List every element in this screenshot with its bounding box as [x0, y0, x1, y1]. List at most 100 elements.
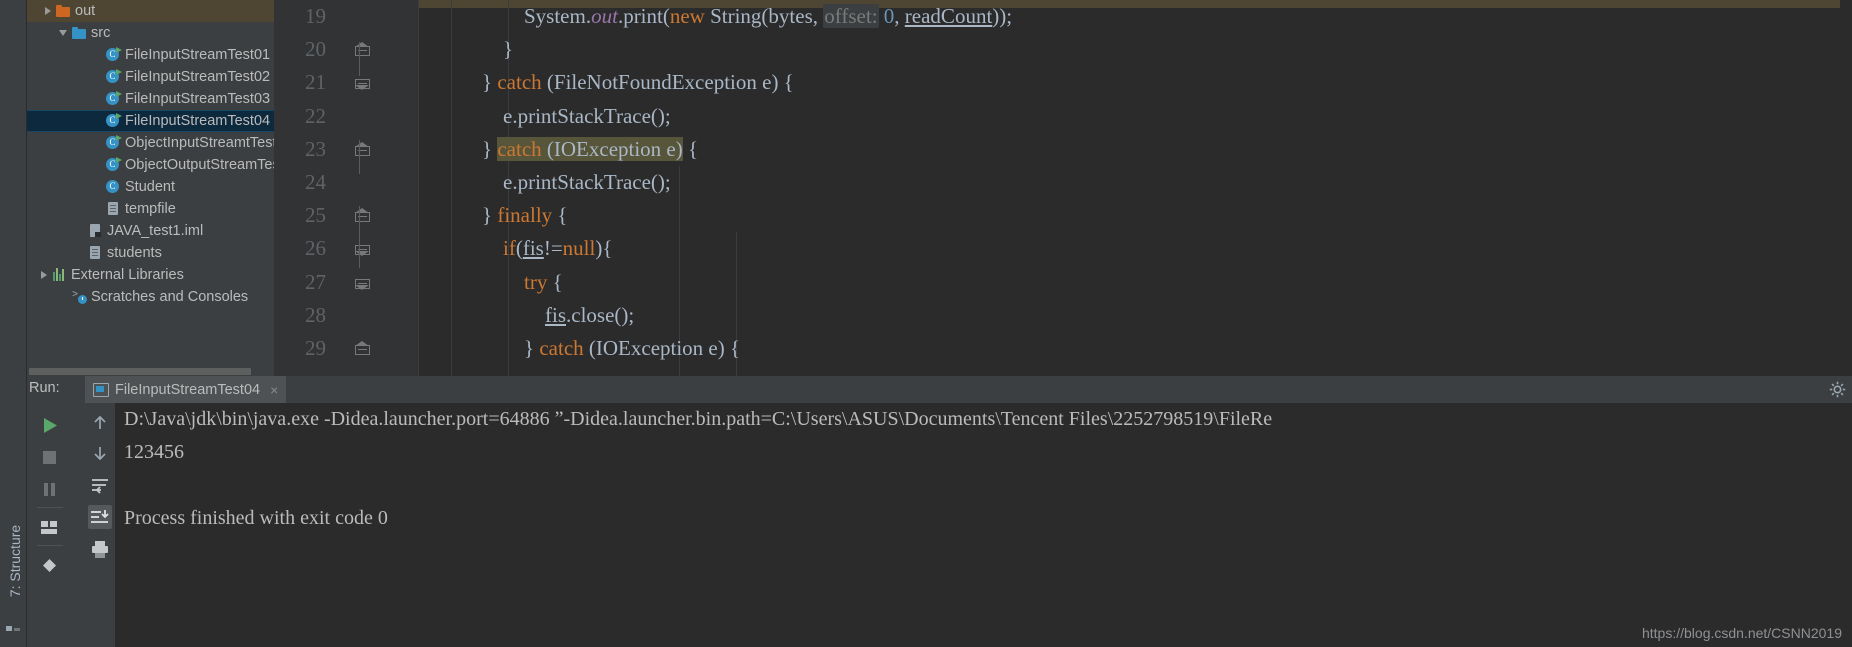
tree-item-label: Scratches and Consoles — [91, 289, 249, 305]
code-token: )); — [992, 4, 1013, 28]
run-toolbar-primary — [27, 403, 85, 647]
fold-connector — [359, 42, 360, 76]
code-lines[interactable]: System.out.print(new String(bytes, offse… — [419, 0, 1852, 365]
code-token: (FileNotFoundException e) { — [541, 70, 794, 95]
tree-item-fileinputstreamtest03[interactable]: C FileInputStreamTest03 — [27, 88, 274, 110]
code-token: fis — [522, 236, 544, 261]
tree-item-objectoutputstreamtest01[interactable]: CObjectOutputStreamTest01 — [27, 154, 274, 176]
code-token: out — [591, 4, 618, 28]
line-number: 28 — [305, 302, 326, 327]
structure-icon[interactable] — [5, 618, 22, 633]
fold-marker[interactable] — [352, 199, 372, 232]
file-icon — [87, 245, 104, 261]
code-line[interactable]: e.printStackTrace(); — [419, 100, 1852, 133]
fold-marker[interactable] — [352, 133, 372, 166]
file-icon — [105, 201, 122, 217]
gear-icon[interactable] — [1829, 381, 1846, 398]
chevron-right-icon[interactable] — [41, 4, 55, 18]
code-line[interactable]: fis.close(); — [419, 299, 1852, 332]
pause-button[interactable] — [37, 477, 62, 502]
code-line[interactable]: System.out.print(new String(bytes, offse… — [419, 0, 1852, 33]
structure-tool-tab-label: 7: Structure — [7, 524, 23, 598]
console-output[interactable]: D:\Java\jdk\bin\java.exe -Didea.launcher… — [115, 403, 1852, 647]
tree-item-external-libraries[interactable]: External Libraries — [27, 264, 274, 286]
scroll-to-end-button[interactable] — [88, 505, 112, 529]
structure-tool-tab[interactable]: 7: Structure — [7, 513, 23, 609]
code-line[interactable]: } catch (IOException e) { — [419, 133, 1852, 166]
run-button[interactable] — [37, 413, 62, 438]
tree-item-students[interactable]: students — [27, 242, 274, 264]
fold-marker[interactable] — [352, 66, 372, 99]
run-panel-label: Run: — [29, 380, 60, 396]
run-tool-window: Run: FileInputStreamTest04 × D:\Java\jdk… — [27, 376, 1852, 647]
chevron-down-icon[interactable] — [57, 26, 71, 40]
tree-item-label: out — [75, 3, 96, 19]
code-line[interactable]: } catch (IOException e) { — [419, 332, 1852, 365]
java-class-runnable-icon: C — [105, 135, 122, 151]
restore-layout-button[interactable] — [37, 515, 62, 540]
code-token: catch — [497, 70, 542, 95]
code-token: (IOException e) — [541, 136, 683, 161]
project-tree-hscrollbar[interactable] — [27, 366, 274, 376]
tree-item-fileinputstreamtest04[interactable]: C FileInputStreamTest04 — [27, 110, 274, 132]
editor-scrollbar-column[interactable] — [1840, 0, 1852, 376]
chevron-right-icon[interactable] — [37, 268, 51, 282]
tree-item-label: src — [91, 25, 111, 41]
pin-button[interactable] — [37, 553, 62, 578]
code-token: finally — [497, 203, 553, 228]
code-token: System. — [419, 4, 592, 28]
code-token: catch — [497, 136, 542, 161]
scroll-down-button[interactable] — [88, 441, 112, 465]
tree-item-fileinputstreamtest01[interactable]: C FileInputStreamTest01 — [27, 44, 274, 66]
project-tree[interactable]: out src C FileInputStreamTest01 C FileInputSt… — [27, 0, 274, 376]
fold-marker[interactable] — [352, 266, 372, 299]
soft-wrap-button[interactable] — [88, 473, 112, 497]
tree-item-label: ObjectOutputStreamTest01 — [125, 157, 274, 173]
printer-icon[interactable] — [88, 537, 112, 561]
line-number: 23 — [305, 136, 326, 161]
code-line[interactable]: } catch (FileNotFoundException e) { — [419, 66, 1852, 99]
iml-file-icon — [87, 223, 104, 239]
line-number: 19 — [305, 4, 326, 28]
close-icon[interactable]: × — [270, 382, 278, 398]
tree-item-tempfile[interactable]: tempfile — [27, 198, 274, 220]
java-class-runnable-icon: C — [105, 91, 122, 107]
line-number: 27 — [305, 269, 326, 294]
code-token: { — [552, 203, 568, 228]
project-tree-hscrollbar-thumb[interactable] — [29, 368, 251, 375]
stop-button[interactable] — [37, 445, 62, 470]
editor-gutter[interactable]: 19 20 21 22 23 24 25 26 27 28 29 — [274, 0, 419, 376]
java-class-runnable-icon: C — [105, 157, 122, 173]
tree-item-java-test1-iml[interactable]: JAVA_test1.iml — [27, 220, 274, 242]
fold-marker[interactable] — [352, 232, 372, 265]
code-line[interactable]: } finally { — [419, 199, 1852, 232]
code-token: fis — [545, 302, 566, 327]
tree-item-student[interactable]: C Student — [27, 176, 274, 198]
scroll-up-button[interactable] — [88, 411, 112, 435]
code-area[interactable]: System.out.print(new String(bytes, offse… — [419, 0, 1852, 376]
tree-item-fileinputstreamtest02[interactable]: C FileInputStreamTest02 — [27, 66, 274, 88]
code-token: ){ — [595, 236, 613, 261]
toolbar-divider — [37, 545, 63, 546]
fold-marker[interactable] — [352, 33, 372, 66]
code-line[interactable]: e.printStackTrace(); — [419, 166, 1852, 199]
code-token: } — [419, 335, 540, 360]
run-tab-fileinputstreamtest04[interactable]: FileInputStreamTest04 × — [85, 376, 287, 403]
console-lines: D:\Java\jdk\bin\java.exe -Didea.launcher… — [115, 403, 1852, 535]
tree-item-src[interactable]: src — [27, 22, 274, 44]
run-tab-label: FileInputStreamTest04 — [115, 381, 261, 398]
code-line[interactable]: try { — [419, 266, 1852, 299]
fold-marker[interactable] — [352, 332, 372, 365]
tree-item-scratches-and-consoles[interactable]: >_ Scratches and Consoles — [27, 286, 274, 308]
code-line[interactable]: } — [419, 33, 1852, 66]
code-token: .close(); — [566, 302, 635, 327]
tree-item-objectinputstreamttest01[interactable]: CObjectInputStreamtTest01 — [27, 132, 274, 154]
tree-item-out[interactable]: out — [27, 0, 274, 22]
code-token: } — [419, 37, 514, 62]
code-token: try — [524, 269, 548, 294]
code-line[interactable]: if(fis!=null){ — [419, 232, 1852, 265]
ide-window: 7: Structure out src C FileInputStreamTest0… — [0, 0, 1852, 647]
code-editor[interactable]: 19 20 21 22 23 24 25 26 27 28 29 System.out.print(… — [274, 0, 1852, 376]
tree-item-label: FileInputStreamTest03 — [125, 91, 271, 107]
